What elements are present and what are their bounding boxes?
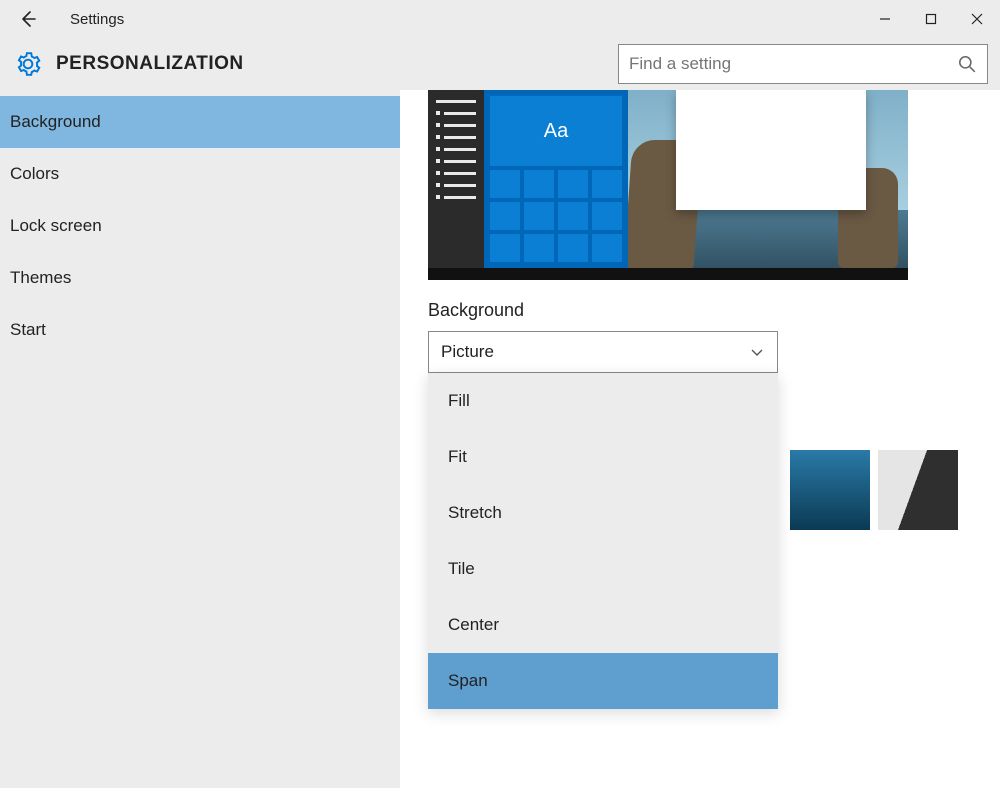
fit-option-tile[interactable]: Tile <box>428 541 778 597</box>
option-label: Fit <box>448 447 467 467</box>
sidebar-item-label: Background <box>10 112 101 132</box>
fit-dropdown: Fill Fit Stretch Tile Center Span <box>428 373 778 709</box>
header: PERSONALIZATION <box>0 38 1000 90</box>
fit-option-span[interactable]: Span <box>428 653 778 709</box>
sidebar-item-background[interactable]: Background <box>0 96 400 148</box>
sidebar-item-label: Colors <box>10 164 59 184</box>
background-type-select[interactable]: Picture <box>428 331 778 373</box>
sidebar-item-label: Lock screen <box>10 216 102 236</box>
title-bar: Settings <box>0 0 1000 38</box>
fit-option-fit[interactable]: Fit <box>428 429 778 485</box>
search-icon <box>957 54 977 74</box>
background-type-value: Picture <box>441 342 494 362</box>
picture-thumbnails <box>790 450 958 530</box>
section-title: PERSONALIZATION <box>56 53 244 75</box>
option-label: Tile <box>448 559 475 579</box>
option-label: Span <box>448 671 488 691</box>
sidebar-item-lock-screen[interactable]: Lock screen <box>0 200 400 252</box>
preview-tile-aa: Aa <box>490 96 622 166</box>
app-title: Settings <box>70 11 124 28</box>
back-button[interactable] <box>12 3 44 35</box>
search-box[interactable] <box>618 44 988 84</box>
background-label: Background <box>428 300 1000 321</box>
sidebar-item-themes[interactable]: Themes <box>0 252 400 304</box>
desktop-preview: Aa <box>428 90 908 280</box>
minimize-icon <box>879 13 891 25</box>
chevron-down-icon <box>749 344 765 360</box>
sidebar: Background Colors Lock screen Themes Sta… <box>0 90 400 788</box>
option-label: Center <box>448 615 499 635</box>
settings-gear-icon <box>0 51 56 77</box>
maximize-icon <box>925 13 937 25</box>
fit-option-center[interactable]: Center <box>428 597 778 653</box>
sidebar-item-label: Start <box>10 320 46 340</box>
picture-thumbnail[interactable] <box>878 450 958 530</box>
content-pane: Aa Background Picture Fill Fit Stretch T… <box>400 90 1000 788</box>
fit-option-stretch[interactable]: Stretch <box>428 485 778 541</box>
close-icon <box>971 13 983 25</box>
option-label: Fill <box>448 391 470 411</box>
close-button[interactable] <box>954 0 1000 38</box>
picture-thumbnail[interactable] <box>790 450 870 530</box>
arrow-left-icon <box>18 9 38 29</box>
sidebar-item-label: Themes <box>10 268 71 288</box>
sidebar-item-colors[interactable]: Colors <box>0 148 400 200</box>
fit-option-fill[interactable]: Fill <box>428 373 778 429</box>
minimize-button[interactable] <box>862 0 908 38</box>
search-input[interactable] <box>629 54 957 74</box>
sidebar-item-start[interactable]: Start <box>0 304 400 356</box>
maximize-button[interactable] <box>908 0 954 38</box>
option-label: Stretch <box>448 503 502 523</box>
